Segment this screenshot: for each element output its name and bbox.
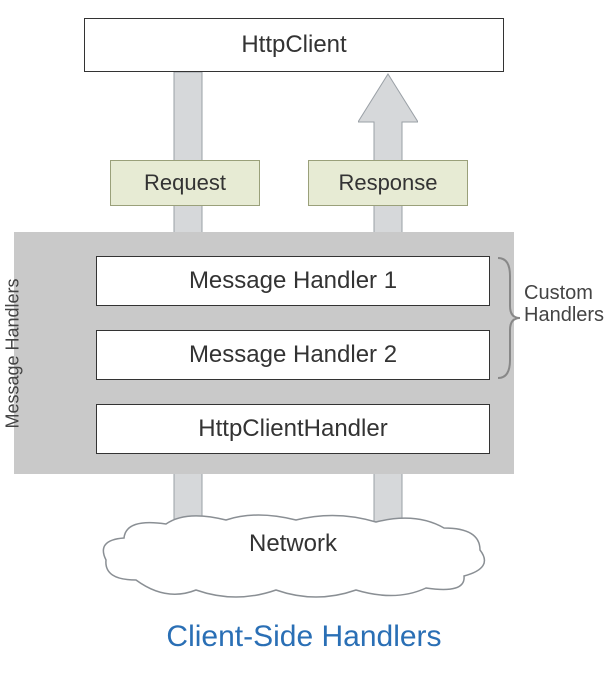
network-label: Network: [96, 530, 490, 558]
httpclienthandler-box: HttpClientHandler: [96, 404, 490, 454]
message-handlers-panel-label: Message Handlers: [0, 232, 28, 474]
httpclient-label: HttpClient: [241, 31, 346, 59]
request-label: Request: [144, 170, 226, 196]
httpclient-box: HttpClient: [84, 18, 504, 72]
panel-label-text: Message Handlers: [3, 278, 24, 428]
custom-handlers-annotation: Custom Handlers: [524, 282, 604, 326]
diagram-title: Client-Side Handlers: [0, 620, 608, 654]
custom-label-line1: Custom: [524, 282, 593, 304]
message-handler-1-box: Message Handler 1: [96, 256, 490, 306]
request-tag: Request: [110, 160, 260, 206]
diagram-canvas: HttpClient Request Response Message Hand…: [0, 0, 608, 674]
message-handler-1-label: Message Handler 1: [189, 267, 397, 295]
message-handler-2-box: Message Handler 2: [96, 330, 490, 380]
response-tag: Response: [308, 160, 468, 206]
response-label: Response: [338, 170, 437, 196]
message-handler-2-label: Message Handler 2: [189, 341, 397, 369]
httpclienthandler-label: HttpClientHandler: [198, 415, 387, 443]
custom-label-line2: Handlers: [524, 304, 604, 326]
